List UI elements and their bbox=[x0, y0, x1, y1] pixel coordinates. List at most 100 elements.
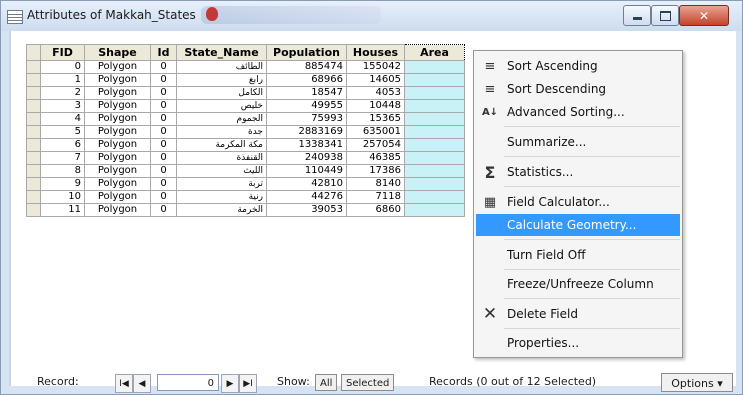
cell-shape[interactable]: Polygon bbox=[84, 73, 151, 87]
cell-fid[interactable]: 10 bbox=[40, 190, 85, 204]
cell-fid[interactable]: 4 bbox=[40, 112, 85, 126]
cell-houses[interactable]: 6860 bbox=[346, 203, 405, 217]
cell-houses[interactable]: 7118 bbox=[346, 190, 405, 204]
table-row[interactable]: 3 Polygon 0 خليص 49955 10448 bbox=[26, 99, 465, 113]
cell-population[interactable]: 1338341 bbox=[266, 138, 347, 152]
cell-houses[interactable]: 15365 bbox=[346, 112, 405, 126]
cell-houses[interactable]: 14605 bbox=[346, 73, 405, 87]
row-selector[interactable] bbox=[26, 99, 41, 113]
cell-area[interactable] bbox=[404, 73, 465, 87]
table-row[interactable]: 2 Polygon 0 الكامل 18547 4053 bbox=[26, 86, 465, 100]
cell-population[interactable]: 39053 bbox=[266, 203, 347, 217]
cell-shape[interactable]: Polygon bbox=[84, 203, 151, 217]
cell-shape[interactable]: Polygon bbox=[84, 190, 151, 204]
cell-area[interactable] bbox=[404, 112, 465, 126]
cell-shape[interactable]: Polygon bbox=[84, 112, 151, 126]
cell-population[interactable]: 49955 bbox=[266, 99, 347, 113]
cell-state-name[interactable]: جدة bbox=[176, 125, 267, 139]
row-selector[interactable] bbox=[26, 73, 41, 87]
cell-fid[interactable]: 0 bbox=[40, 60, 85, 74]
cell-houses[interactable]: 155042 bbox=[346, 60, 405, 74]
menu-item-statistics[interactable]: Σ Statistics... bbox=[476, 161, 680, 183]
menu-item-freeze-unfreeze[interactable]: Freeze/Unfreeze Column bbox=[476, 273, 680, 295]
cell-area[interactable] bbox=[404, 125, 465, 139]
cell-state-name[interactable]: الليث bbox=[176, 164, 267, 178]
cell-population[interactable]: 42810 bbox=[266, 177, 347, 191]
cell-fid[interactable]: 6 bbox=[40, 138, 85, 152]
cell-id[interactable]: 0 bbox=[150, 138, 177, 152]
cell-state-name[interactable]: الطائف bbox=[176, 60, 267, 74]
column-header-area[interactable]: Area bbox=[404, 44, 465, 61]
table-row[interactable]: 11 Polygon 0 الخرمة 39053 6860 bbox=[26, 203, 465, 217]
minimize-button[interactable] bbox=[623, 5, 651, 26]
cell-id[interactable]: 0 bbox=[150, 203, 177, 217]
cell-shape[interactable]: Polygon bbox=[84, 151, 151, 165]
cell-shape[interactable]: Polygon bbox=[84, 60, 151, 74]
row-selector[interactable] bbox=[26, 125, 41, 139]
cell-fid[interactable]: 7 bbox=[40, 151, 85, 165]
next-record-button[interactable]: ▶ bbox=[221, 374, 239, 393]
row-selector[interactable] bbox=[26, 151, 41, 165]
table-row[interactable]: 6 Polygon 0 مكة المكرمة 1338341 257054 bbox=[26, 138, 465, 152]
row-selector[interactable] bbox=[26, 60, 41, 74]
cell-population[interactable]: 2883169 bbox=[266, 125, 347, 139]
cell-id[interactable]: 0 bbox=[150, 112, 177, 126]
row-selector[interactable] bbox=[26, 138, 41, 152]
title-bar[interactable]: Attributes of Makkah_States ✕ bbox=[1, 1, 742, 31]
cell-fid[interactable]: 9 bbox=[40, 177, 85, 191]
close-button[interactable]: ✕ bbox=[679, 5, 729, 26]
table-row[interactable]: 10 Polygon 0 رنية 44276 7118 bbox=[26, 190, 465, 204]
cell-shape[interactable]: Polygon bbox=[84, 177, 151, 191]
menu-item-delete-field[interactable]: ✕ Delete Field bbox=[476, 303, 680, 325]
row-selector[interactable] bbox=[26, 203, 41, 217]
cell-area[interactable] bbox=[404, 99, 465, 113]
previous-record-button[interactable]: ◀ bbox=[133, 374, 151, 393]
menu-item-sort-descending[interactable]: ≡ Sort Descending bbox=[476, 78, 680, 100]
cell-state-name[interactable]: مكة المكرمة bbox=[176, 138, 267, 152]
cell-population[interactable]: 885474 bbox=[266, 60, 347, 74]
cell-population[interactable]: 18547 bbox=[266, 86, 347, 100]
menu-item-sort-ascending[interactable]: ≡ Sort Ascending bbox=[476, 55, 680, 77]
row-selector[interactable] bbox=[26, 164, 41, 178]
cell-id[interactable]: 0 bbox=[150, 177, 177, 191]
table-row[interactable]: 5 Polygon 0 جدة 2883169 635001 bbox=[26, 125, 465, 139]
cell-id[interactable]: 0 bbox=[150, 190, 177, 204]
cell-area[interactable] bbox=[404, 151, 465, 165]
cell-population[interactable]: 240938 bbox=[266, 151, 347, 165]
table-row[interactable]: 1 Polygon 0 رابغ 68966 14605 bbox=[26, 73, 465, 87]
record-number-input[interactable]: 0 bbox=[157, 374, 219, 391]
show-all-button[interactable]: All bbox=[315, 374, 338, 391]
cell-shape[interactable]: Polygon bbox=[84, 86, 151, 100]
cell-state-name[interactable]: رنية bbox=[176, 190, 267, 204]
column-header-fid[interactable]: FID bbox=[40, 44, 85, 61]
menu-item-summarize[interactable]: Summarize... bbox=[476, 131, 680, 153]
cell-state-name[interactable]: تربة bbox=[176, 177, 267, 191]
cell-id[interactable]: 0 bbox=[150, 151, 177, 165]
menu-item-turn-field-off[interactable]: Turn Field Off bbox=[476, 244, 680, 266]
cell-shape[interactable]: Polygon bbox=[84, 125, 151, 139]
cell-state-name[interactable]: الخرمة bbox=[176, 203, 267, 217]
table-row[interactable]: 0 Polygon 0 الطائف 885474 155042 bbox=[26, 60, 465, 74]
cell-state-name[interactable]: الجموم bbox=[176, 112, 267, 126]
cell-shape[interactable]: Polygon bbox=[84, 164, 151, 178]
cell-houses[interactable]: 635001 bbox=[346, 125, 405, 139]
cell-area[interactable] bbox=[404, 60, 465, 74]
cell-fid[interactable]: 3 bbox=[40, 99, 85, 113]
cell-id[interactable]: 0 bbox=[150, 164, 177, 178]
table-row[interactable]: 4 Polygon 0 الجموم 75993 15365 bbox=[26, 112, 465, 126]
cell-population[interactable]: 68966 bbox=[266, 73, 347, 87]
cell-state-name[interactable]: الكامل bbox=[176, 86, 267, 100]
cell-fid[interactable]: 2 bbox=[40, 86, 85, 100]
column-header-state-name[interactable]: State_Name bbox=[176, 44, 267, 61]
cell-fid[interactable]: 8 bbox=[40, 164, 85, 178]
cell-id[interactable]: 0 bbox=[150, 73, 177, 87]
cell-area[interactable] bbox=[404, 164, 465, 178]
column-header-population[interactable]: Population bbox=[266, 44, 347, 61]
cell-id[interactable]: 0 bbox=[150, 125, 177, 139]
cell-population[interactable]: 75993 bbox=[266, 112, 347, 126]
cell-houses[interactable]: 257054 bbox=[346, 138, 405, 152]
row-selector[interactable] bbox=[26, 112, 41, 126]
cell-houses[interactable]: 46385 bbox=[346, 151, 405, 165]
cell-shape[interactable]: Polygon bbox=[84, 99, 151, 113]
cell-shape[interactable]: Polygon bbox=[84, 138, 151, 152]
